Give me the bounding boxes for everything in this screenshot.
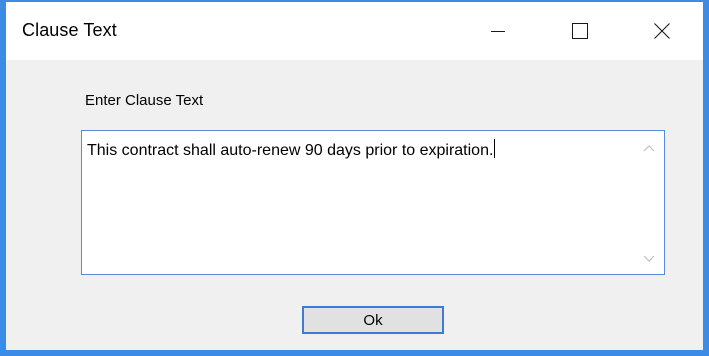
- scroll-up-button[interactable]: [634, 137, 664, 159]
- maximize-button[interactable]: [544, 2, 616, 60]
- title-bar[interactable]: Clause Text: [6, 2, 703, 60]
- chevron-down-icon: [643, 255, 655, 262]
- minimize-button[interactable]: [462, 2, 534, 60]
- close-icon: [654, 23, 670, 39]
- ok-button[interactable]: Ok: [302, 306, 444, 334]
- clause-text-dialog: Clause Text Enter Clause Text This contr…: [0, 0, 709, 356]
- chevron-up-icon: [643, 145, 655, 152]
- vertical-scrollbar[interactable]: [634, 131, 664, 274]
- clause-text-label: Enter Clause Text: [85, 92, 204, 109]
- clause-text-input[interactable]: This contract shall auto-renew 90 days p…: [81, 130, 665, 275]
- minimize-icon: [491, 31, 505, 32]
- text-caret: [494, 139, 496, 158]
- scroll-down-button[interactable]: [634, 248, 664, 270]
- close-button[interactable]: [626, 2, 698, 60]
- window-title: Clause Text: [22, 20, 117, 40]
- clause-text-value: This contract shall auto-renew 90 days p…: [87, 139, 496, 160]
- maximize-icon: [572, 23, 588, 39]
